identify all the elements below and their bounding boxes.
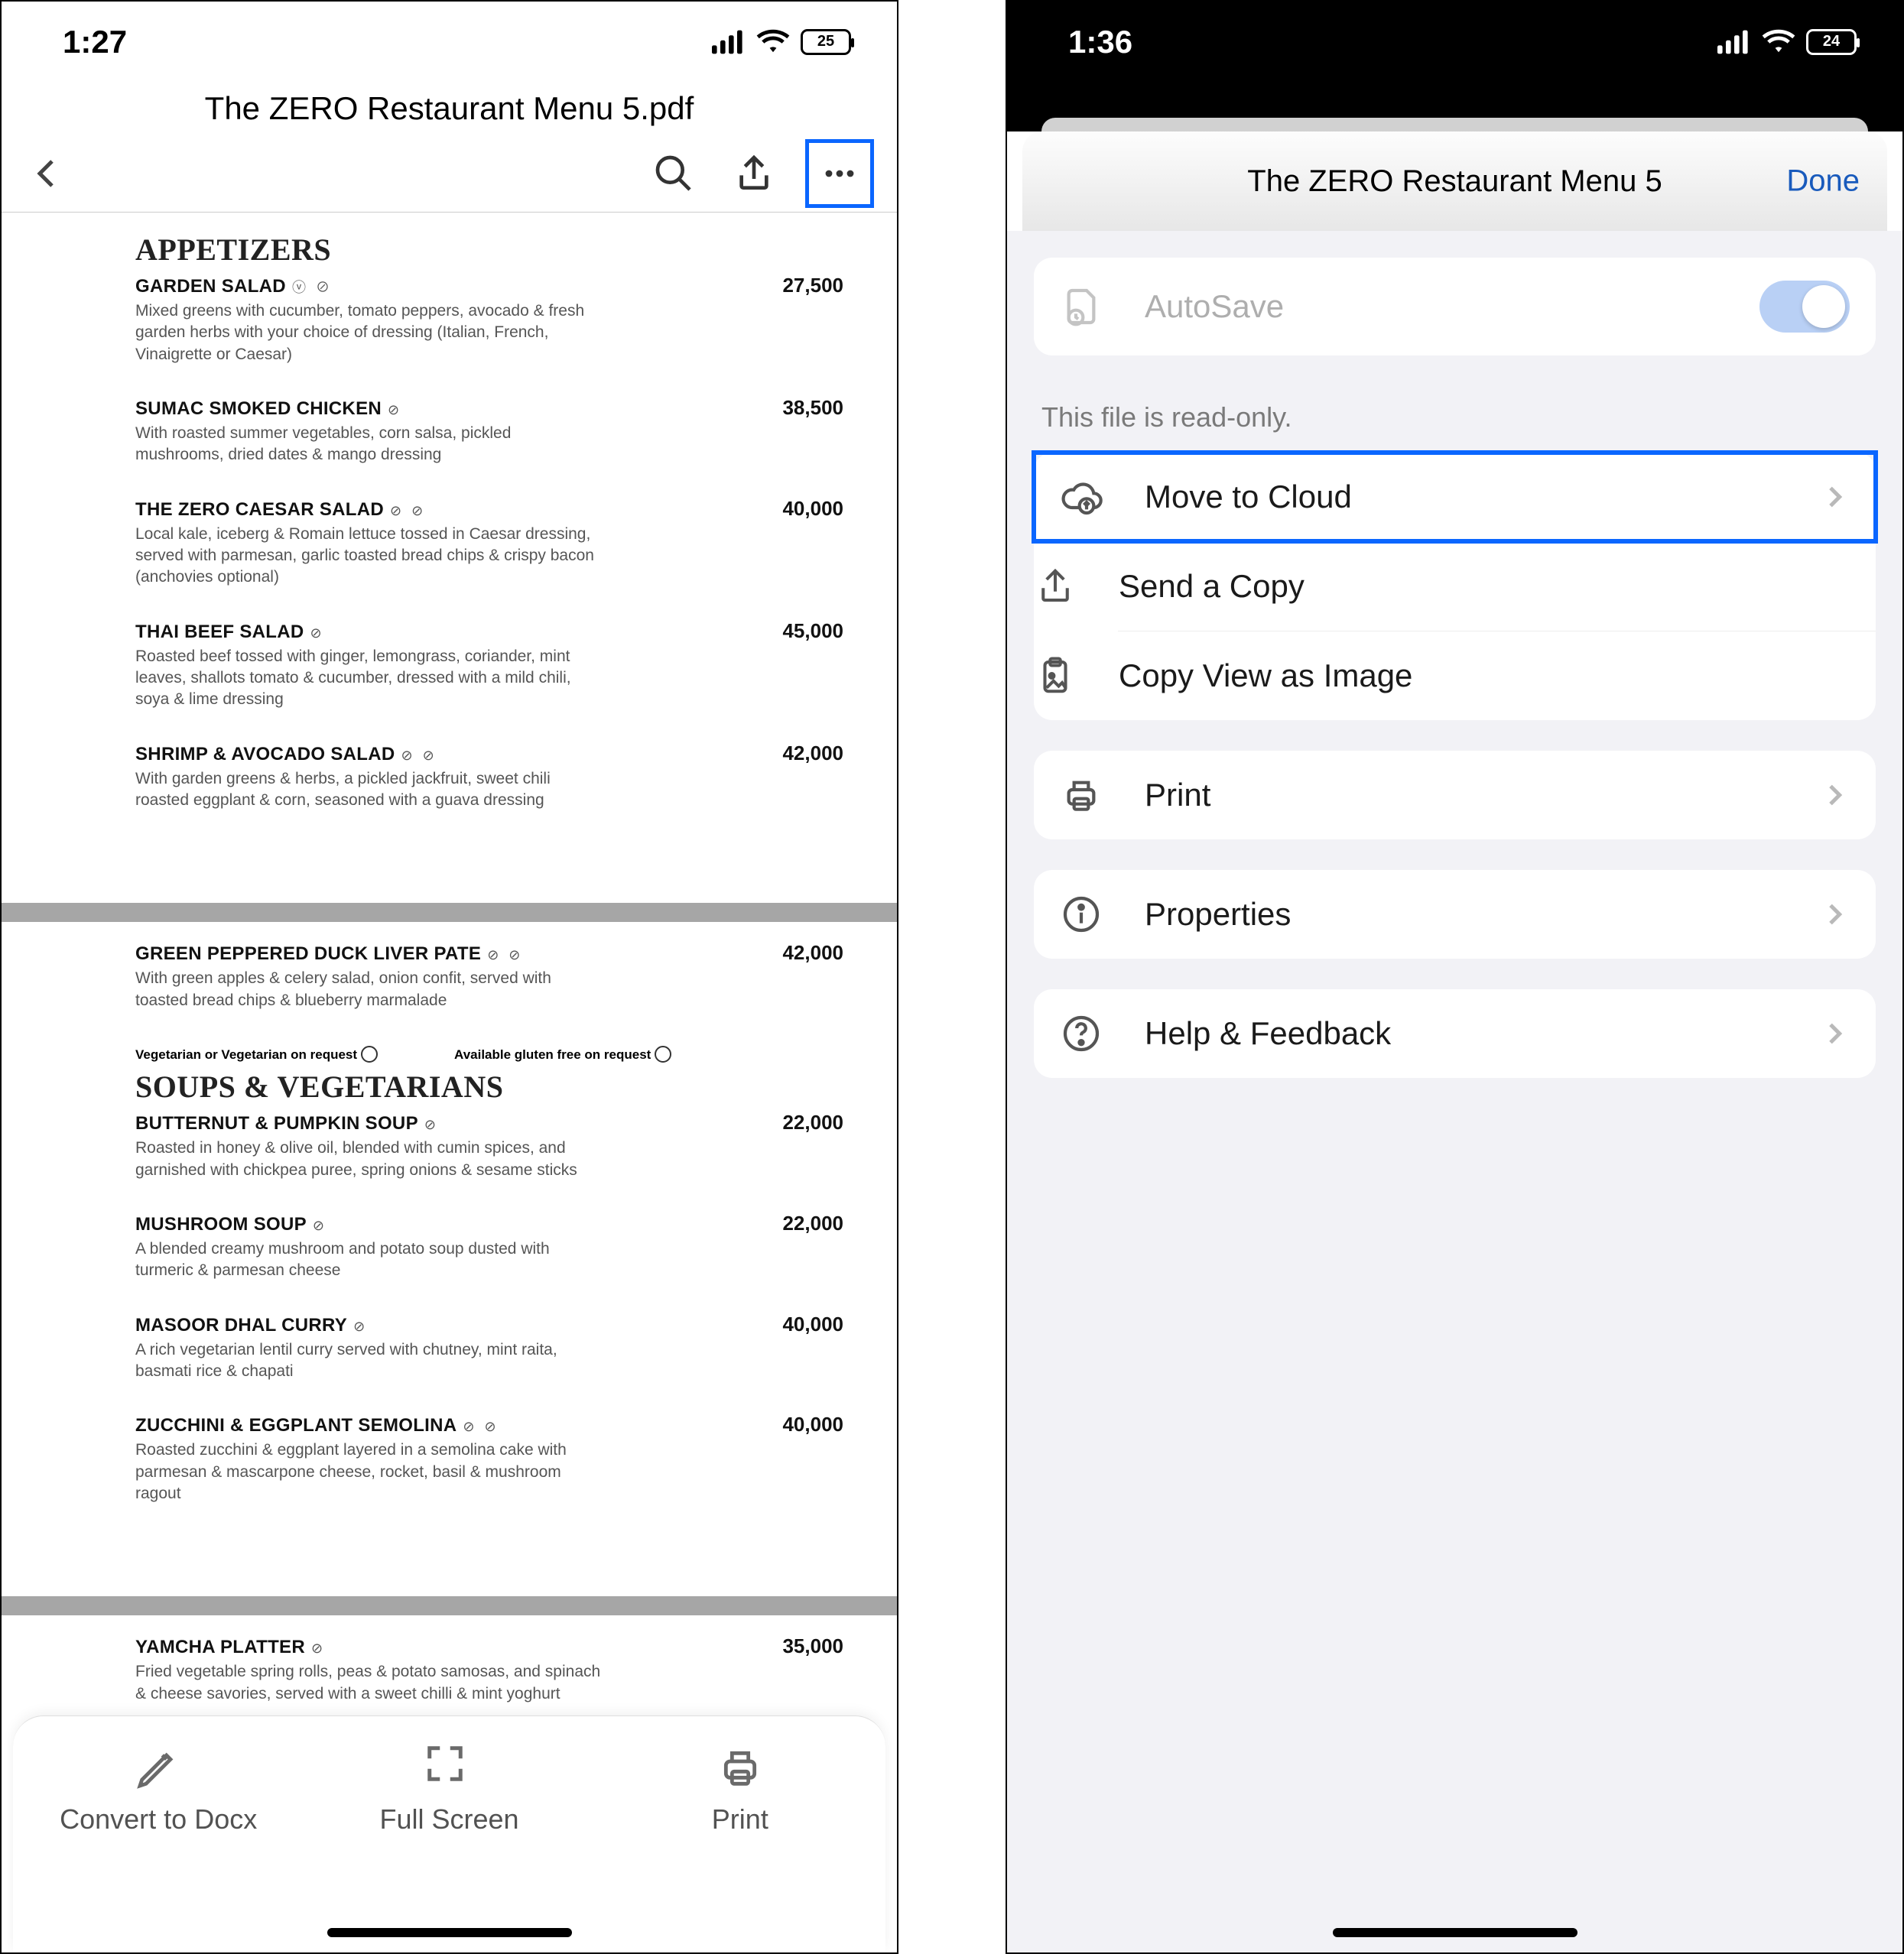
row-label: Send a Copy — [1119, 568, 1305, 605]
printer-icon — [1060, 774, 1103, 816]
printer-icon — [716, 1743, 765, 1792]
cellular-icon — [712, 29, 746, 55]
battery-icon: 25 — [801, 29, 851, 55]
properties-row[interactable]: Properties — [1034, 870, 1876, 959]
autosave-row: AutoSave — [1034, 258, 1876, 355]
section-title: SOUPS & VEGETARIANS — [135, 1069, 866, 1105]
full-screen-button[interactable]: Full Screen — [318, 1743, 580, 1952]
phone-right: 1:36 24 The ZERO Restaurant Menu 5 Done … — [1006, 0, 1904, 1954]
convert-to-docx-button[interactable]: Convert to Docx — [28, 1743, 289, 1952]
help-row[interactable]: Help & Feedback — [1034, 989, 1876, 1078]
status-time: 1:36 — [1068, 24, 1132, 60]
diet-badges-icon: ⊘ — [311, 1641, 326, 1657]
menu-item: BUTTERNUT & PUMPKIN SOUP⊘22,000 Roasted … — [135, 1111, 866, 1181]
readonly-note: This file is read-only. — [1034, 386, 1876, 453]
cellular-icon — [1717, 29, 1751, 55]
info-icon — [1060, 893, 1103, 936]
move-to-cloud-row[interactable]: Move to Cloud — [1034, 453, 1876, 541]
diet-badges-icon: ⊘ ⊘ — [487, 947, 523, 963]
diet-badges-icon: ⓥ ⊘ — [292, 277, 333, 297]
home-indicator[interactable] — [1333, 1928, 1577, 1937]
status-bar: 1:27 25 — [2, 2, 897, 82]
chevron-right-icon — [1819, 780, 1850, 810]
row-label: Move to Cloud — [1145, 479, 1352, 515]
menu-item: THE ZERO CAESAR SALAD⊘ ⊘40,000 Local kal… — [135, 497, 866, 589]
row-label: Print — [1145, 777, 1210, 813]
clipboard-image-icon — [1034, 654, 1077, 697]
help-icon — [1060, 1012, 1103, 1055]
footnote: Vegetarian or Vegetarian on request Avai… — [135, 1042, 866, 1063]
pencil-icon — [134, 1743, 183, 1792]
autosave-label: AutoSave — [1145, 288, 1284, 325]
autosave-icon — [1060, 285, 1103, 328]
toolbar — [2, 135, 897, 212]
diet-badges-icon: ⊘ — [310, 625, 325, 641]
diet-badges-icon: ⊘ ⊘ — [463, 1419, 499, 1435]
pdf-page: APPETIZERS GARDEN SALADⓥ ⊘27,500 Mixed g… — [2, 213, 897, 903]
wifi-icon — [1762, 29, 1795, 55]
copy-view-as-image-row[interactable]: Copy View as Image — [1118, 631, 1876, 720]
chevron-right-icon — [1819, 899, 1850, 930]
home-indicator[interactable] — [327, 1928, 572, 1937]
properties-card: Properties — [1034, 870, 1876, 959]
share-button[interactable] — [725, 145, 782, 203]
sheet-body: AutoSave This file is read-only. Move to… — [1007, 231, 1902, 1952]
row-label: Copy View as Image — [1119, 657, 1412, 694]
status-time: 1:27 — [63, 24, 127, 60]
autosave-toggle[interactable] — [1759, 281, 1850, 333]
diet-badges-icon: ⊘ ⊘ — [401, 748, 437, 764]
menu-item: ZUCCHINI & EGGPLANT SEMOLINA⊘ ⊘40,000 Ro… — [135, 1413, 866, 1504]
print-row[interactable]: Print — [1034, 751, 1876, 839]
menu-item: GREEN PEPPERED DUCK LIVER PATE⊘ ⊘42,000 … — [135, 941, 866, 1011]
menu-item: MUSHROOM SOUP⊘22,000 A blended creamy mu… — [135, 1212, 866, 1282]
send-a-copy-row[interactable]: Send a Copy — [1118, 541, 1876, 631]
row-label: Properties — [1145, 896, 1291, 933]
menu-item: YAMCHA PLATTER⊘35,000 Fried vegetable sp… — [135, 1634, 866, 1705]
row-label: Help & Feedback — [1145, 1015, 1391, 1052]
menu-item: GARDEN SALADⓥ ⊘27,500 Mixed greens with … — [135, 274, 866, 365]
diet-badges-icon: ⊘ — [424, 1117, 439, 1133]
sheet-title: The ZERO Restaurant Menu 5 — [1247, 164, 1662, 199]
diet-badges-icon: ⊘ ⊘ — [390, 503, 426, 519]
cloud-upload-icon — [1060, 476, 1103, 518]
menu-item: THAI BEEF SALAD⊘45,000 Roasted beef toss… — [135, 619, 866, 711]
menu-item: MASOOR DHAL CURRY⊘40,000 A rich vegetari… — [135, 1313, 866, 1383]
document-viewport[interactable]: APPETIZERS GARDEN SALADⓥ ⊘27,500 Mixed g… — [2, 212, 897, 1952]
section-title: APPETIZERS — [135, 232, 866, 268]
print-button[interactable]: Print — [609, 1743, 871, 1952]
bottom-action-bar: Convert to Docx Full Screen Print — [13, 1715, 885, 1952]
diet-badges-icon: ⊘ — [313, 1218, 327, 1234]
fullscreen-icon — [424, 1743, 473, 1792]
status-bar: 1:36 24 — [1007, 2, 1902, 82]
menu-item: SHRIMP & AVOCADO SALAD⊘ ⊘42,000 With gar… — [135, 742, 866, 812]
search-button[interactable] — [645, 145, 702, 203]
help-card: Help & Feedback — [1034, 989, 1876, 1078]
done-button[interactable]: Done — [1786, 164, 1860, 199]
status-icons: 24 — [1717, 29, 1857, 55]
wifi-icon — [756, 29, 790, 55]
print-card: Print — [1034, 751, 1876, 839]
more-button[interactable] — [805, 139, 874, 208]
sheet-header: The ZERO Restaurant Menu 5 Done — [1022, 131, 1887, 231]
chevron-right-icon — [1819, 482, 1850, 512]
file-actions-card: Move to Cloud Send a Copy Copy View as I… — [1034, 453, 1876, 720]
phone-left: 1:27 25 The ZERO Restaurant Menu 5.pdf A… — [0, 0, 898, 1954]
diet-badges-icon: ⊘ — [353, 1319, 368, 1335]
battery-icon: 24 — [1806, 29, 1857, 55]
autosave-card: AutoSave — [1034, 258, 1876, 355]
chevron-right-icon — [1819, 1018, 1850, 1049]
pdf-page: GREEN PEPPERED DUCK LIVER PATE⊘ ⊘42,000 … — [2, 922, 897, 1596]
share-icon — [1034, 565, 1077, 608]
menu-item: SUMAC SMOKED CHICKEN⊘38,500 With roasted… — [135, 396, 866, 466]
diet-badges-icon: ⊘ — [388, 402, 402, 418]
document-title: The ZERO Restaurant Menu 5.pdf — [2, 82, 897, 135]
back-button[interactable] — [24, 151, 70, 196]
status-icons: 25 — [712, 29, 851, 55]
